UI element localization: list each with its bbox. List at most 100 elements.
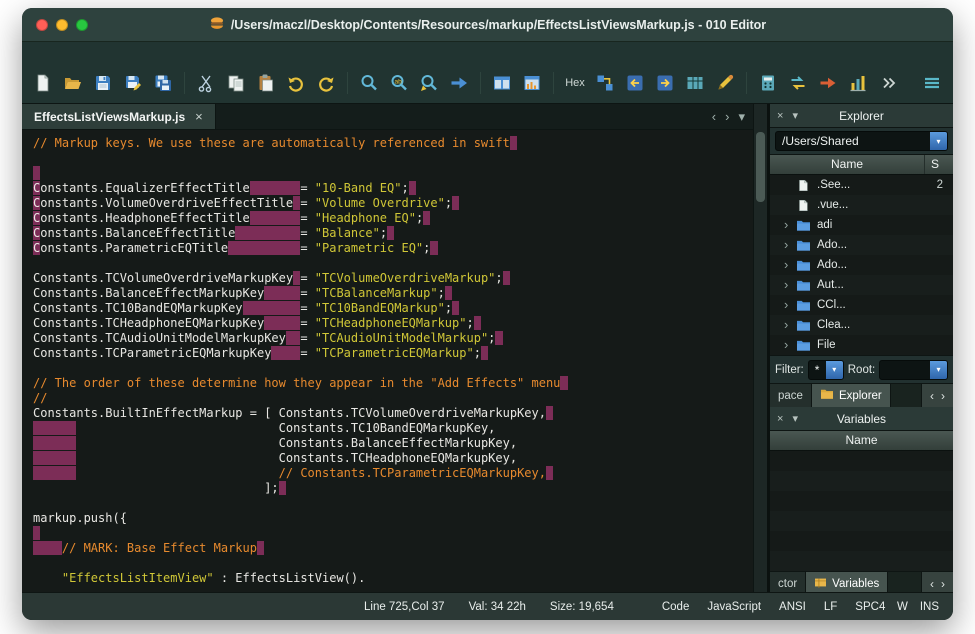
code-line-4: Constants.EqualizerEffectTitle = "10-Ban…: [33, 181, 753, 196]
disclosure-icon[interactable]: ›: [784, 276, 796, 294]
undo-icon[interactable]: [283, 70, 309, 96]
table-icon[interactable]: [682, 70, 708, 96]
panel-histogram-icon[interactable]: [519, 70, 545, 96]
variables-empty-row: [770, 451, 953, 471]
filter-dropdown-icon[interactable]: ▾: [826, 361, 843, 379]
status-charset[interactable]: ANSI: [779, 601, 806, 613]
variables-menu-icon[interactable]: ▾: [792, 412, 798, 425]
folder-icon: [796, 279, 814, 292]
code-line-17: // The order of these determine how they…: [33, 376, 753, 391]
status-code-mode[interactable]: Code: [662, 601, 690, 613]
chart-icon[interactable]: [845, 70, 871, 96]
toolbar-separator: [480, 72, 481, 94]
explorer-close-icon[interactable]: ×: [777, 110, 783, 122]
tab-list-dropdown-icon[interactable]: ▾: [738, 109, 745, 125]
menu-burger-icon[interactable]: [919, 70, 945, 96]
vars-tabs-right-icon[interactable]: ›: [941, 577, 945, 591]
status-write-mode[interactable]: W: [897, 601, 908, 613]
status-insert-mode[interactable]: INS: [920, 601, 939, 613]
file-row[interactable]: ›Clea...: [770, 315, 953, 335]
zoom-window-button[interactable]: [76, 19, 88, 31]
file-row[interactable]: ›adi: [770, 215, 953, 235]
link-grid-icon[interactable]: [592, 70, 618, 96]
tab-scroll-right-icon[interactable]: ›: [725, 109, 729, 124]
find-icon[interactable]: [356, 70, 382, 96]
save-all-icon[interactable]: [150, 70, 176, 96]
folder-icon: [796, 319, 814, 332]
pen-icon[interactable]: [712, 70, 738, 96]
code-line-27: [33, 526, 753, 541]
tab-effectslistviewsmarkup[interactable]: EffectsListViewsMarkup.js ×: [22, 104, 216, 129]
toolbar-separator: [553, 72, 554, 94]
open-folder-icon[interactable]: [60, 70, 86, 96]
hex-mode-icon[interactable]: Hex: [562, 70, 588, 96]
import-icon[interactable]: [815, 70, 841, 96]
code-line-20: Constants.TC10BandEQMarkupKey,: [33, 421, 753, 436]
file-row[interactable]: › Aut...: [770, 275, 953, 295]
jump-forward-icon[interactable]: [652, 70, 678, 96]
vars-tabs-left-icon[interactable]: ‹: [930, 577, 934, 591]
status-linebreak[interactable]: LF: [824, 601, 837, 613]
file-row[interactable]: .vue...: [770, 195, 953, 215]
more-chevron-icon[interactable]: [875, 70, 901, 96]
file-row[interactable]: .See...2: [770, 175, 953, 195]
file-row[interactable]: ›Ado...: [770, 255, 953, 275]
tab-explorer[interactable]: Explorer: [812, 384, 891, 407]
goto-icon[interactable]: [446, 70, 472, 96]
disclosure-icon[interactable]: ›: [784, 216, 796, 234]
file-row[interactable]: › CCl...: [770, 295, 953, 315]
status-indent[interactable]: SPC4: [855, 601, 885, 613]
scrollbar-thumb[interactable]: [756, 132, 765, 202]
disclosure-icon[interactable]: ›: [784, 296, 796, 314]
save-as-icon[interactable]: [120, 70, 146, 96]
panel-compare-icon[interactable]: [489, 70, 515, 96]
copy-icon[interactable]: [223, 70, 249, 96]
jump-back-icon[interactable]: [622, 70, 648, 96]
panel-tabs-right-icon[interactable]: ›: [941, 389, 945, 403]
minimize-window-button[interactable]: [56, 19, 68, 31]
disclosure-icon[interactable]: ›: [784, 336, 796, 354]
panel-tabs-left-icon[interactable]: ‹: [930, 389, 934, 403]
code-line-28: // MARK: Base Effect Markup: [33, 541, 753, 556]
root-input[interactable]: ▾: [879, 360, 948, 380]
path-dropdown-icon[interactable]: ▾: [930, 132, 947, 150]
folder-icon: [796, 259, 814, 272]
disclosure-icon[interactable]: ›: [784, 236, 796, 254]
tab-close-icon[interactable]: ×: [195, 109, 203, 124]
folder-icon: [796, 219, 814, 232]
explorer-menu-icon[interactable]: ▾: [792, 109, 798, 122]
status-syntax[interactable]: JavaScript: [707, 601, 761, 613]
variables-empty-row: [770, 491, 953, 511]
code-line-26: markup.push({: [33, 511, 753, 526]
variables-close-icon[interactable]: ×: [777, 413, 783, 425]
convert-icon[interactable]: [785, 70, 811, 96]
file-name: CCl...: [817, 299, 846, 311]
cut-icon[interactable]: [193, 70, 219, 96]
tab-scroll-left-icon[interactable]: ‹: [712, 109, 716, 124]
code-line-3: [33, 166, 753, 181]
column-header-name[interactable]: Name: [770, 155, 925, 174]
calculator-icon[interactable]: [755, 70, 781, 96]
code-line-2: [33, 151, 753, 166]
close-window-button[interactable]: [36, 19, 48, 31]
tab-workspace[interactable]: pace: [770, 384, 812, 407]
variables-column-name[interactable]: Name: [770, 431, 953, 450]
root-dropdown-icon[interactable]: ▾: [930, 361, 947, 379]
code-editor[interactable]: // Markup keys. We use these are automat…: [22, 130, 753, 592]
save-icon[interactable]: [90, 70, 116, 96]
file-row[interactable]: ›Ado...: [770, 235, 953, 255]
explorer-path-select[interactable]: /Users/Shared ▾: [775, 131, 948, 151]
toolbar-separator: [184, 72, 185, 94]
find-next-icon[interactable]: [416, 70, 442, 96]
find-replace-icon[interactable]: ab: [386, 70, 412, 96]
disclosure-icon[interactable]: ›: [784, 256, 796, 274]
file-row[interactable]: ›File: [770, 335, 953, 355]
new-file-icon[interactable]: [30, 70, 56, 96]
disclosure-icon[interactable]: ›: [784, 316, 796, 334]
file-name: Aut...: [817, 279, 844, 291]
paste-icon[interactable]: [253, 70, 279, 96]
editor-vertical-scrollbar[interactable]: [753, 104, 767, 592]
filter-input[interactable]: * ▾: [808, 360, 844, 380]
column-header-size[interactable]: S: [925, 155, 953, 174]
redo-icon[interactable]: [313, 70, 339, 96]
